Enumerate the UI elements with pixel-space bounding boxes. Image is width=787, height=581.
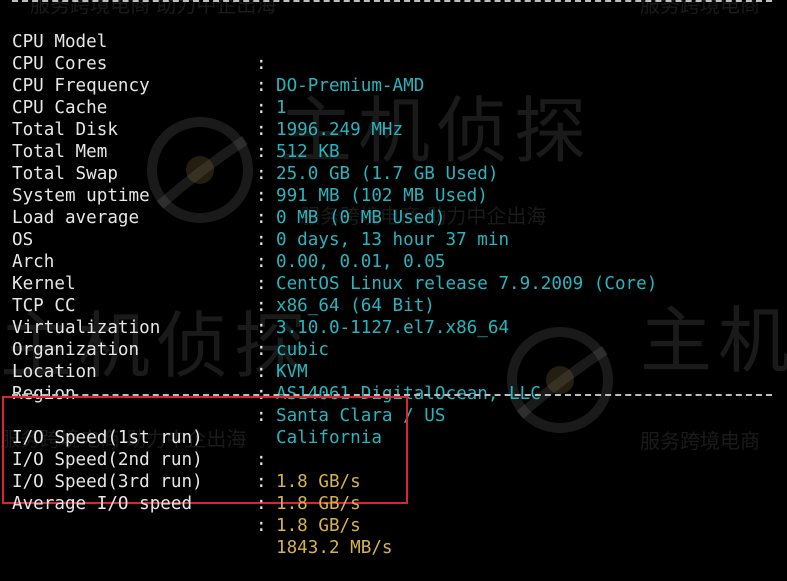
- watermark-brand-bottom-right: 主机: [640, 299, 787, 383]
- info-separator: :: [256, 76, 267, 96]
- info-row-os: OS : CentOS Linux release 7.9.2009 (Core…: [12, 207, 657, 294]
- watermark-logo-icon: [147, 117, 253, 223]
- info-row-region: Region : California: [12, 361, 382, 448]
- io-row-1st-run: I/O Speed(1st run) : 1.8 GB/s: [12, 405, 361, 492]
- watermark-tagline-top-right: 服务跨境电商: [640, 0, 760, 17]
- info-row-cpu-cores: CPU Cores : 1: [12, 31, 287, 118]
- io-row-average: Average I/O speed : 1843.2 MB/s: [12, 471, 393, 558]
- io-separator: :: [256, 494, 267, 514]
- info-value: 0 MB (0 MB Used): [276, 208, 446, 228]
- info-separator: :: [256, 120, 267, 140]
- io-value: 1.8 GB/s: [276, 516, 361, 536]
- separator-top: [12, 0, 772, 2]
- info-value: CentOS Linux release 7.9.2009 (Core): [276, 274, 658, 294]
- io-separator: :: [256, 450, 267, 470]
- info-row-arch: Arch : x86_64 (64 Bit): [12, 229, 435, 316]
- info-value: 3.10.0-1127.el7.x86_64: [276, 318, 510, 338]
- info-separator: :: [256, 252, 267, 272]
- info-row-cpu-cache: CPU Cache : 512 KB: [12, 75, 340, 162]
- io-row-2nd-run: I/O Speed(2nd run) : 1.8 GB/s: [12, 427, 361, 514]
- info-row-kernel: Kernel : 3.10.0-1127.el7.x86_64: [12, 251, 509, 338]
- info-row-location: Location : Santa Clara / US: [12, 339, 445, 426]
- info-row-load-average: Load average : 0.00, 0.01, 0.05: [12, 185, 445, 272]
- info-value: 25.0 GB (1.7 GB Used): [276, 164, 499, 184]
- info-value: 991 MB (102 MB Used): [276, 186, 488, 206]
- info-value: DO-Premium-AMD: [276, 76, 425, 96]
- info-separator: :: [256, 296, 267, 316]
- info-separator: :: [256, 274, 267, 294]
- info-value: 1996.249 MHz: [276, 120, 404, 140]
- info-value: x86_64 (64 Bit): [276, 296, 435, 316]
- info-row-total-disk: Total Disk : 25.0 GB (1.7 GB Used): [12, 97, 498, 184]
- info-separator: :: [256, 208, 267, 228]
- info-separator: :: [256, 98, 267, 118]
- info-separator: :: [256, 362, 267, 382]
- terminal-window: 服务跨境电商 助力中企出海 服务跨境电商 主机侦探 服务跨境电商 助力中企出海 …: [0, 0, 787, 558]
- info-row-total-swap: Total Swap : 0 MB (0 MB Used): [12, 141, 445, 228]
- info-row-tcp-cc: TCP CC : cubic: [12, 273, 329, 360]
- info-value: KVM: [276, 362, 308, 382]
- info-separator: :: [256, 318, 267, 338]
- info-row-virtualization: Virtualization : KVM: [12, 295, 308, 382]
- info-row-total-mem: Total Mem : 991 MB (102 MB Used): [12, 119, 488, 206]
- io-separator: :: [256, 516, 267, 536]
- info-separator: :: [256, 340, 267, 360]
- io-value: 1.8 GB/s: [276, 472, 361, 492]
- info-separator: :: [256, 230, 267, 250]
- info-value: 1: [276, 98, 287, 118]
- io-value: 1.8 GB/s: [276, 494, 361, 514]
- info-value: 512 KB: [276, 142, 340, 162]
- info-separator: :: [256, 164, 267, 184]
- info-separator: :: [256, 142, 267, 162]
- info-value: cubic: [276, 340, 329, 360]
- info-row-organization: Organization : AS14061 DigitalOcean, LLC: [12, 317, 541, 404]
- info-value: 0.00, 0.01, 0.05: [276, 252, 446, 272]
- info-separator: :: [256, 54, 267, 74]
- io-row-3rd-run: I/O Speed(3rd run) : 1.8 GB/s: [12, 449, 361, 536]
- io-label: Average I/O speed: [12, 494, 193, 514]
- info-row-cpu-model: CPU Model : DO-Premium-AMD: [12, 9, 424, 96]
- io-separator: :: [256, 472, 267, 492]
- watermark-logo-icon: [507, 327, 613, 433]
- info-value: 0 days, 13 hour 37 min: [276, 230, 510, 250]
- watermark-tagline-bottom-right: 服务跨境电商: [640, 429, 760, 453]
- info-row-cpu-frequency: CPU Frequency : 1996.249 MHz: [12, 53, 403, 140]
- info-row-system-uptime: System uptime : 0 days, 13 hour 37 min: [12, 163, 509, 250]
- io-value: 1843.2 MB/s: [276, 538, 393, 558]
- info-separator: :: [256, 186, 267, 206]
